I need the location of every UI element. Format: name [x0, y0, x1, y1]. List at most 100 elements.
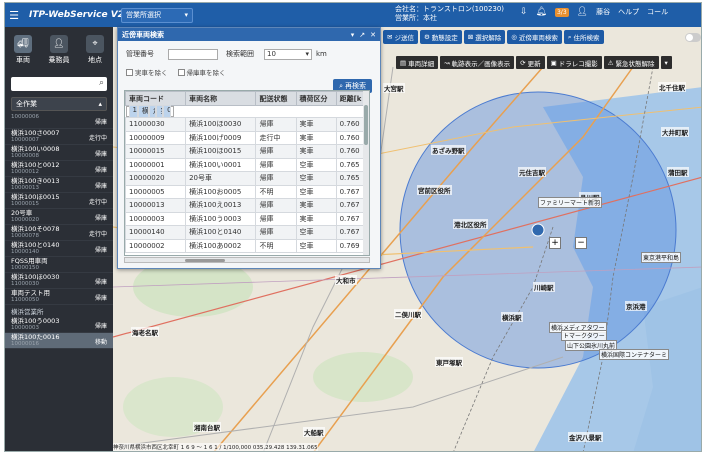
horizontal-scrollbar[interactable] [124, 257, 370, 263]
vehicle-list-item[interactable]: 横浜100ほ0015 10000015 走行中 [5, 193, 113, 209]
map-action-button[interactable]: ⊠ 選択解除 [463, 30, 506, 44]
vehicle-list-item[interactable]: 横浜100そ0078 10000078 走行中 [5, 225, 113, 241]
map-action-button[interactable]: ⚙ 動態設定 [419, 30, 462, 44]
table-row[interactable]: 10000078横浜100そ0078走行中実車0.731 [125, 104, 174, 119]
vehicle-action-button[interactable]: ↝ 軌跡表示／画像表示 [440, 56, 515, 69]
map-place-label: 海老名駅 [131, 327, 159, 337]
vehicle-list-item[interactable]: 横浜100と0140 10000140 帰庫 [5, 241, 113, 257]
table-cell: 実車 [295, 130, 337, 145]
vehicle-list-item[interactable]: 横浜100た0016 10000016 移動 [5, 333, 113, 349]
range-select[interactable]: 10 ▾ [264, 48, 312, 60]
search-form: 管理番号 検索範囲 10 ▾ km 実車を除く 帰庫車を除く ⌕ 再検索 [118, 41, 380, 93]
table-row[interactable]: 10000002 横浜100あ0002 不明 空車 0.769 [125, 238, 369, 253]
sidebar-tabs: 🚚︎ 車両 👤︎ 乗務員 ⌖ 地点 [5, 27, 113, 69]
table-cell: 横浜100え0013 [185, 198, 257, 213]
vehicle-list-item[interactable]: 横浜100う0003 10000003 帰庫 [5, 317, 113, 333]
table-cell: 横浜100ほ0030 [185, 117, 257, 132]
vehicle-name: 横浜100ほ0015 [11, 193, 60, 201]
call-link[interactable]: コール [647, 7, 668, 17]
notification-badge[interactable]: 3/3 [554, 7, 569, 17]
vehicle-info: 横浜100さ0007 10000007 [11, 130, 59, 144]
track-icon: ↝ [444, 58, 450, 67]
button-label: 住所検索 [573, 34, 600, 42]
office-select[interactable]: 営業所選択 ▾ [121, 7, 193, 23]
tab-locations[interactable]: ⌖ 地点 [80, 35, 110, 69]
vehicle-list-item[interactable]: 横浜100ほ0030 11000030 帰庫 [5, 273, 113, 289]
vehicle-action-button[interactable]: ▤ 車両詳細 [396, 56, 439, 69]
tab-drivers[interactable]: 👤︎ 乗務員 [44, 35, 74, 69]
map-poi-label[interactable]: 東京港平和島 [641, 252, 682, 263]
vehicle-info: 横浜100き0013 10000013 [11, 178, 59, 192]
close-icon[interactable]: ✕ [370, 31, 376, 39]
vehicle-info: 10000006 [11, 114, 39, 120]
table-row[interactable]: 10000020 20号車 帰庫 空車 0.765 [125, 171, 369, 186]
map-poi-label[interactable]: ファミリーマート新羽 [538, 197, 603, 208]
checkbox-box[interactable] [177, 68, 185, 76]
table-row[interactable]: 10000001 横浜100い0001 帰庫 空車 0.765 [125, 157, 369, 172]
vehicle-code: 10000016 [11, 341, 39, 347]
exclude-returned-checkbox[interactable]: 帰庫車を除く [177, 67, 226, 77]
vehicle-action-button[interactable]: ▣ ドラレコ撮影 [546, 56, 602, 69]
vertical-scrollbar[interactable] [363, 91, 369, 255]
map-action-button[interactable]: ⌕ 住所検索 [563, 30, 604, 44]
layer-toggle[interactable] [685, 33, 701, 42]
more-menu-button[interactable]: ▾ [660, 56, 672, 69]
vehicle-info: 横浜100ほ0015 10000015 [11, 193, 60, 208]
column-header[interactable]: 積荷区分 [295, 91, 337, 106]
table-row[interactable]: 10000009 横浜100げ0009 走行中 実車 0.760 [125, 130, 369, 145]
map-action-button[interactable]: ✉ ジ送信 [383, 30, 418, 44]
hamburger-menu-icon[interactable]: ☰ [5, 9, 23, 22]
vehicle-search-input[interactable]: ⌕ [11, 77, 107, 91]
vehicle-list-item[interactable]: 横浜100き0013 10000013 帰庫 [5, 177, 113, 193]
table-cell: 空車 [295, 238, 337, 253]
table-row[interactable]: 10000003 横浜100う0003 帰庫 実車 0.767 [125, 211, 369, 226]
range-unit: km [316, 50, 327, 58]
map-place-label: 横浜駅 [501, 312, 523, 322]
table-header-row: 車両コード 車両名称 配送状態 積荷区分 距離[k [125, 91, 369, 106]
vehicle-action-button[interactable]: ⟳ 更新 [516, 56, 545, 69]
column-header[interactable]: 車両コード [125, 91, 187, 106]
column-header[interactable]: 車両名称 [185, 91, 257, 106]
column-header[interactable]: 配送状態 [255, 91, 297, 106]
search-icon[interactable]: ⌕ [99, 78, 104, 88]
user-name[interactable]: 藤谷 [596, 7, 610, 17]
table-row[interactable]: 10000005 横浜100お0005 不明 空車 0.767 [125, 184, 369, 199]
map-place-label: 元住吉駅 [518, 167, 546, 177]
vehicle-code: 11000050 [11, 297, 39, 303]
table-row[interactable]: 10000013 横浜100え0013 帰庫 実車 0.767 [125, 198, 369, 213]
vehicle-list-item[interactable]: 20号車 10000020 帰庫 [5, 209, 113, 225]
pin-icon[interactable]: ↗ [359, 31, 365, 39]
vehicle-list-item[interactable]: 横浜100さ0007 10000007 走行中 [5, 129, 113, 145]
map-poi-label[interactable]: 横浜国際コンテナターミ [599, 349, 670, 360]
download-icon[interactable]: ⇩ [520, 7, 528, 17]
map-place-label: 大井町駅 [661, 127, 689, 137]
minimize-icon[interactable]: ▾ [351, 31, 355, 39]
office-name: 営業所：本社 [395, 14, 437, 22]
dialog-titlebar[interactable]: 近傍車両検索 ▾ ↗ ✕ [118, 28, 380, 41]
vehicle-action-button[interactable]: ⚠ 緊急状態解除 [603, 56, 659, 69]
user-icon[interactable]: 👤︎ [577, 7, 588, 17]
bell-icon[interactable]: 🔔︎ [536, 7, 547, 17]
help-link[interactable]: ヘルプ [618, 7, 639, 17]
map-action-button[interactable]: ◎ 近傍車両検索 [507, 30, 562, 44]
zoom-in-button[interactable]: + [549, 237, 561, 249]
table-row[interactable]: 11000030 横浜100ほ0030 帰庫 実車 0.760 [125, 117, 369, 132]
vehicle-list-item[interactable]: 10000006 帰庫 [5, 113, 113, 129]
table-row[interactable]: 10000140 横浜100と0140 帰庫 空車 0.767 [125, 225, 369, 240]
vehicle-list-item[interactable]: 車両テスト用 11000050 帰庫 [5, 289, 113, 305]
exclude-loaded-checkbox[interactable]: 実車を除く [126, 67, 168, 77]
mgmt-number-input[interactable] [168, 48, 218, 60]
zoom-out-button[interactable]: − [575, 237, 587, 249]
tab-vehicles[interactable]: 🚚︎ 車両 [8, 35, 38, 69]
button-label: ジ送信 [394, 34, 414, 42]
table-row[interactable]: 10000015 横浜100ほ0015 帰庫 実車 0.760 [125, 144, 369, 159]
vehicle-code: 10000008 [11, 153, 39, 159]
work-filter-select[interactable]: 全作業 ▴ [11, 97, 107, 111]
vehicle-list-item[interactable]: 横浜100い0008 10000008 帰庫 [5, 145, 113, 161]
vehicle-list-item[interactable]: FQSS用車両 10000150 [5, 257, 113, 273]
vehicle-group-header[interactable]: 横浜営業所 [5, 305, 113, 317]
vehicle-list-item[interactable]: 横浜100と0012 10000012 帰庫 [5, 161, 113, 177]
button-label: 選択解除 [475, 34, 502, 42]
checkbox-box[interactable] [126, 68, 133, 76]
table-cell: 実車 [295, 211, 337, 226]
